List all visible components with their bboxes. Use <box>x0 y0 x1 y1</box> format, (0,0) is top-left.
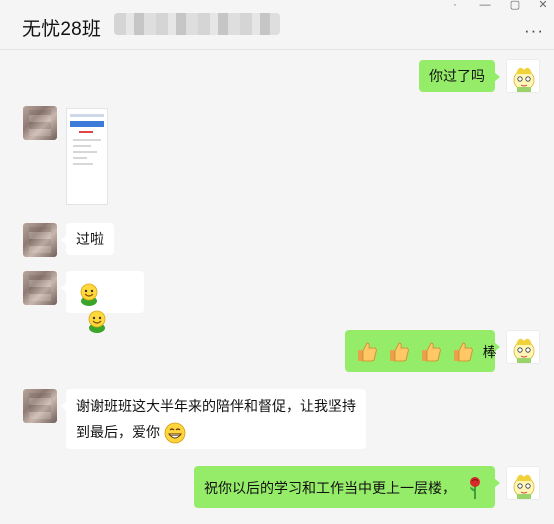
message-bubble[interactable]: 棒 <box>345 330 500 372</box>
self-avatar[interactable] <box>506 330 540 364</box>
close-button[interactable]: ✕ <box>532 0 554 12</box>
message-text: 棒 <box>482 344 497 361</box>
more-options-button[interactable]: ··· <box>522 22 546 42</box>
image-message[interactable] <box>66 108 108 205</box>
thumbs-up-icon <box>358 342 377 362</box>
message-bubble[interactable]: 过啦 <box>61 223 114 255</box>
message-bubble[interactable]: 谢谢班班这大半年来的陪伴和督促，让我坚持 到最后，爱你 <box>61 389 366 449</box>
contact-avatar[interactable] <box>23 223 57 257</box>
contact-avatar[interactable] <box>23 106 57 140</box>
message-text: 祝你以后的学习和工作当中更上一层楼， <box>204 480 456 497</box>
message-bubble[interactable]: 祝你以后的学习和工作当中更上一层楼， <box>194 466 500 508</box>
contact-avatar[interactable] <box>23 271 57 305</box>
chat-title: 无忧28班 <box>22 19 102 40</box>
message-text: 你过了吗 <box>429 68 485 84</box>
self-avatar[interactable] <box>506 466 540 500</box>
rose-icon <box>469 477 480 500</box>
maximize-button[interactable]: ▢ <box>504 0 526 12</box>
green-smiley-icon <box>88 310 106 333</box>
message-bubble[interactable]: 你过了吗 <box>419 60 500 92</box>
self-avatar[interactable] <box>506 59 540 93</box>
thumbs-up-icon <box>389 342 409 362</box>
chat-header: 无忧28班 · — ▢ ✕ ··· <box>0 0 554 50</box>
message-text: 过啦 <box>76 231 104 247</box>
grin-icon <box>164 422 186 444</box>
thumbs-up-icon <box>453 342 473 362</box>
thumbs-up-icon <box>421 342 441 362</box>
pin-button[interactable]: · <box>444 0 466 12</box>
message-text-line-2: 到最后，爱你 <box>76 424 160 440</box>
blurred-title-suffix <box>114 13 280 35</box>
contact-avatar[interactable] <box>23 389 57 423</box>
emoji-message-bubble[interactable] <box>61 271 144 333</box>
minimize-button[interactable]: — <box>474 0 496 12</box>
message-text-line-1: 谢谢班班这大半年来的陪伴和督促，让我坚持 <box>76 398 356 414</box>
green-smiley-icon <box>80 283 98 307</box>
